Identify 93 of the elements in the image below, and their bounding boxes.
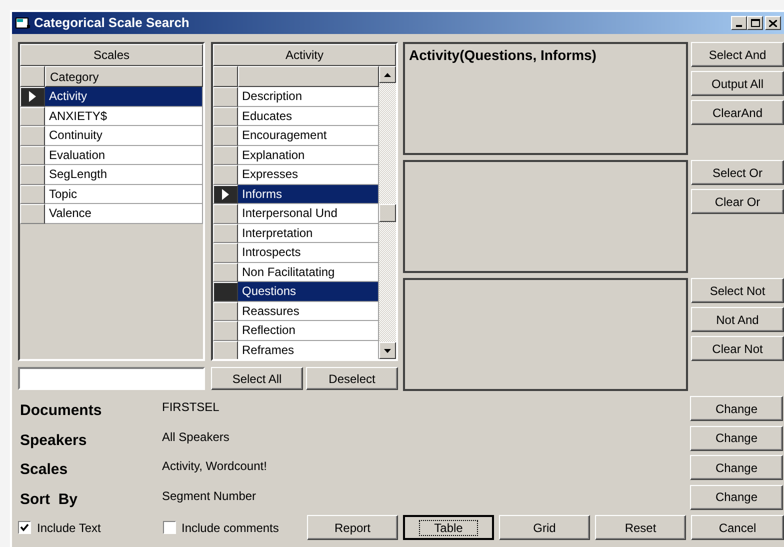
setting-value: Activity, Wordcount! [162,458,268,475]
grid-cell[interactable]: Interpersonal Und [238,204,379,224]
grid-cell[interactable]: Description [238,87,379,106]
grid-cell[interactable]: Evaluation [45,146,203,165]
row-selector[interactable] [213,262,238,282]
row-selector[interactable] [213,106,238,126]
query-button[interactable]: Select Or [691,160,784,185]
row-selector[interactable] [213,302,238,321]
search-field[interactable] [18,367,205,390]
close-icon [769,20,777,26]
change-button[interactable]: Change [690,396,783,421]
query-button[interactable]: Not And [691,307,784,332]
row-selector[interactable] [20,146,45,165]
grid-cell[interactable]: Questions [238,282,379,302]
grid-header: Scales [20,44,203,66]
column-header[interactable] [238,66,379,87]
grid-cell[interactable]: Informs [238,184,379,204]
change-button[interactable]: Change [690,484,783,510]
grid-cell[interactable]: Encouragement [238,126,379,146]
minimize-icon [736,25,742,27]
select-all-button[interactable]: Select All [211,367,303,390]
grid-cell[interactable]: Non Facilitatating [238,262,379,282]
window-title: Categorical Scale Search [34,14,190,32]
checkbox-label: Include comments [182,520,279,536]
scroll-thumb[interactable] [379,204,396,222]
grid-cell[interactable]: Topic [45,184,203,204]
grid-cell[interactable]: Explanation [238,146,379,165]
scrollbar[interactable] [379,66,396,359]
close-button[interactable] [765,16,781,30]
query-button[interactable]: Output All [691,71,784,96]
grid-cell[interactable]: ANXIETY$ [45,106,203,126]
query-button[interactable]: Select Not [691,278,784,303]
column-header[interactable]: Category [45,66,203,87]
row-selector[interactable] [20,204,45,224]
row-selector[interactable] [20,106,45,126]
setting-value: All Speakers [162,428,230,446]
up-arrow-icon [384,72,391,76]
grid-cell[interactable]: Reframes [238,340,379,359]
row-selector[interactable] [20,165,45,184]
checkbox[interactable] [162,521,176,534]
grid-cell[interactable]: Continuity [45,126,203,146]
scroll-up-button[interactable] [379,66,396,83]
row-selector[interactable] [20,87,45,106]
row-selector[interactable] [213,282,238,302]
grid-cell[interactable]: Interpretation [238,224,379,243]
grid-cell[interactable]: Educates [238,106,379,126]
row-selector[interactable] [213,165,238,184]
setting-label: Speakers [19,430,88,450]
row-selector[interactable] [213,204,238,224]
down-arrow-icon [384,348,391,352]
checkbox-label: Include Text [37,520,101,536]
grid-cell[interactable]: Expresses [238,165,379,184]
row-selector[interactable] [213,184,238,204]
row-selector[interactable] [213,243,238,262]
checkbox[interactable] [18,521,31,534]
action-button[interactable]: Reset [595,515,686,540]
row-selector[interactable] [213,340,238,359]
row-selector[interactable] [213,126,238,146]
row-selector[interactable] [213,321,238,340]
window-icon [15,16,31,30]
setting-value: FIRSTSEL [162,399,220,416]
grid-cell[interactable]: Valence [45,204,203,224]
row-selector[interactable] [213,146,238,165]
query-button[interactable]: ClearAnd [691,100,784,125]
setting-label: Sort By [19,490,79,510]
action-button[interactable]: Grid [499,515,590,540]
row-selector[interactable] [213,87,238,106]
setting-value: Segment Number [162,488,258,504]
action-button[interactable]: Table [403,515,494,540]
maximize-icon [750,19,760,27]
query-button[interactable]: Clear Or [691,189,784,214]
change-button[interactable]: Change [690,426,783,450]
query-text: Activity(Questions, Informs) [408,46,598,65]
scroll-down-button[interactable] [379,342,396,359]
row-selector[interactable] [20,184,45,204]
maximize-button[interactable] [747,16,763,30]
change-button[interactable]: Change [690,455,783,480]
setting-label: Documents [19,401,103,421]
setting-label: Scales [19,460,69,480]
action-button[interactable]: Report [307,515,398,540]
grid-cell[interactable]: Reassures [238,302,379,321]
grid-cell[interactable]: Activity [45,87,203,106]
grid-cell[interactable]: Reflection [238,321,379,340]
query-button[interactable]: Clear Not [691,336,784,361]
row-selector[interactable] [20,126,45,146]
deselect-button[interactable]: Deselect [306,367,398,390]
grid-header: Activity [213,44,396,66]
grid-cell[interactable]: SegLength [45,165,203,184]
action-button[interactable]: Cancel [691,515,784,540]
row-selector[interactable] [213,224,238,243]
minimize-button[interactable] [731,16,747,30]
grid-cell[interactable]: Introspects [238,243,379,262]
query-button[interactable]: Select And [691,42,784,67]
